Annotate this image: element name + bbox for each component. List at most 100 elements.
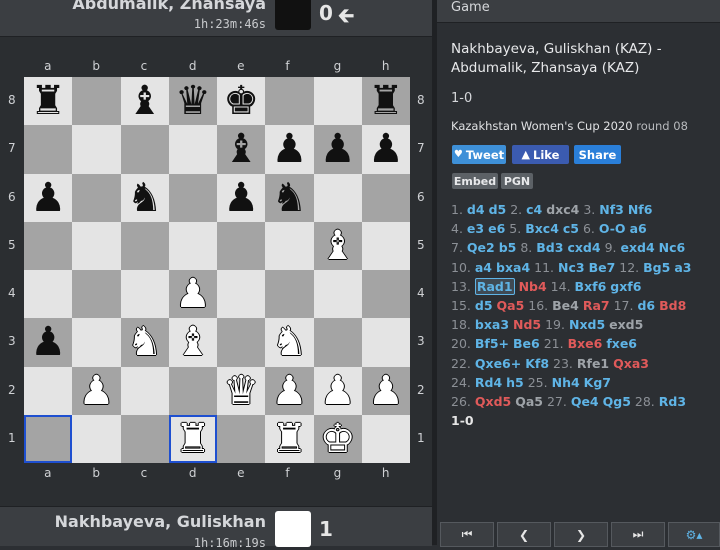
square-f3[interactable]: ♞ <box>265 318 314 367</box>
move[interactable]: Bxe6 <box>568 336 603 351</box>
white-bishop-icon[interactable]: ♝ <box>175 322 211 362</box>
square-b5[interactable] <box>72 221 121 270</box>
square-c2[interactable] <box>120 366 169 415</box>
move[interactable]: Qe2 <box>467 240 495 255</box>
move[interactable]: c4 <box>526 202 542 217</box>
move[interactable]: h5 <box>506 375 524 390</box>
square-g7[interactable]: ♟ <box>313 125 362 174</box>
black-rook-icon[interactable]: ♜ <box>368 81 404 121</box>
square-d4[interactable]: ♟ <box>168 270 217 319</box>
square-e5[interactable] <box>217 221 266 270</box>
move[interactable]: e6 <box>488 221 505 236</box>
square-b4[interactable] <box>72 270 121 319</box>
move[interactable]: Nc6 <box>659 240 686 255</box>
square-a3[interactable]: ♟ <box>24 318 73 367</box>
square-a5[interactable] <box>24 221 73 270</box>
white-pawn-icon[interactable]: ♟ <box>175 274 211 314</box>
move[interactable]: Ra7 <box>583 298 610 313</box>
move[interactable]: Qxa3 <box>613 356 649 371</box>
move[interactable]: d6 <box>637 298 655 313</box>
square-h6[interactable] <box>361 173 410 222</box>
square-d2[interactable] <box>168 366 217 415</box>
square-g5[interactable]: ♝ <box>313 221 362 270</box>
black-pawn-icon[interactable]: ♟ <box>271 129 307 169</box>
next-move-button[interactable]: ❯ <box>554 522 608 547</box>
square-e2[interactable]: ♛ <box>217 366 266 415</box>
move[interactable]: b5 <box>499 240 517 255</box>
move[interactable]: fxe6 <box>606 336 637 351</box>
black-knight-icon[interactable]: ♞ <box>271 178 307 218</box>
move[interactable]: a3 <box>674 260 691 275</box>
settings-button[interactable]: ⚙▴ <box>668 522 720 547</box>
black-pawn-icon[interactable]: ♟ <box>320 129 356 169</box>
square-f1[interactable]: ♜ <box>265 414 314 463</box>
move[interactable]: bxa4 <box>496 260 530 275</box>
move[interactable]: Rd3 <box>659 394 686 409</box>
move[interactable]: bxa3 <box>475 317 509 332</box>
square-h3[interactable] <box>361 318 410 367</box>
first-move-button[interactable]: ⏮ <box>440 522 494 547</box>
move[interactable]: exd5 <box>609 317 643 332</box>
last-move-button[interactable]: ⏭ <box>611 522 665 547</box>
square-a8[interactable]: ♜ <box>24 77 73 126</box>
square-d1[interactable]: ♜ <box>168 414 217 463</box>
square-e3[interactable] <box>217 318 266 367</box>
move[interactable]: Qa5 <box>515 394 543 409</box>
square-d7[interactable] <box>168 125 217 174</box>
move[interactable]: Qe4 <box>571 394 599 409</box>
square-a4[interactable] <box>24 270 73 319</box>
move[interactable]: Qxe6+ <box>475 356 521 371</box>
square-d8[interactable]: ♛ <box>168 77 217 126</box>
white-rook-icon[interactable]: ♜ <box>271 419 307 459</box>
move[interactable]: Qxd5 <box>475 394 511 409</box>
chess-board[interactable]: ♜ ♝ ♛ ♚ ♜ ♝ ♟ ♟ ♟ ♟ ♞ ♟ ♞ ♝ ♟ ♟ ♞ ♝ ♞ ♟ ♛ ♟ ♟ ♟ ♜ ♜ ♚ <box>24 77 410 463</box>
move[interactable]: Nd5 <box>513 317 541 332</box>
black-pawn-icon[interactable]: ♟ <box>368 129 404 169</box>
move[interactable]: a6 <box>630 221 647 236</box>
black-rook-icon[interactable]: ♜ <box>30 81 66 121</box>
move[interactable]: Nh4 <box>552 375 580 390</box>
move[interactable]: Nf6 <box>628 202 653 217</box>
prev-move-button[interactable]: ❮ <box>497 522 551 547</box>
move[interactable]: Rd4 <box>475 375 502 390</box>
square-e7[interactable]: ♝ <box>217 125 266 174</box>
square-b2[interactable]: ♟ <box>72 366 121 415</box>
pgn-button[interactable]: PGN <box>501 173 533 189</box>
move[interactable]: Bd3 <box>536 240 563 255</box>
square-h4[interactable] <box>361 270 410 319</box>
move[interactable]: Bg5 <box>643 260 670 275</box>
white-knight-icon[interactable]: ♞ <box>271 322 307 362</box>
white-pawn-icon[interactable]: ♟ <box>368 371 404 411</box>
move[interactable]: Nb4 <box>519 279 547 294</box>
square-g8[interactable] <box>313 77 362 126</box>
square-a1[interactable] <box>24 414 73 463</box>
move[interactable]: Nxd5 <box>569 317 605 332</box>
black-knight-icon[interactable]: ♞ <box>127 178 163 218</box>
black-pawn-icon[interactable]: ♟ <box>30 178 66 218</box>
move[interactable]: dxc4 <box>546 202 579 217</box>
like-button[interactable]: ▲ Like <box>512 145 569 164</box>
white-pawn-icon[interactable]: ♟ <box>271 371 307 411</box>
square-g1[interactable]: ♚ <box>313 414 362 463</box>
square-c6[interactable]: ♞ <box>120 173 169 222</box>
square-c5[interactable] <box>120 221 169 270</box>
square-h2[interactable]: ♟ <box>361 366 410 415</box>
move[interactable]: Bd8 <box>659 298 686 313</box>
square-d3[interactable]: ♝ <box>168 318 217 367</box>
white-pawn-icon[interactable]: ♟ <box>78 371 114 411</box>
move[interactable]: Be6 <box>513 336 540 351</box>
square-h7[interactable]: ♟ <box>361 125 410 174</box>
square-a2[interactable] <box>24 366 73 415</box>
square-f7[interactable]: ♟ <box>265 125 314 174</box>
move[interactable]: Bf5+ <box>475 336 509 351</box>
share-button[interactable]: Share <box>574 145 621 164</box>
square-e6[interactable]: ♟ <box>217 173 266 222</box>
move[interactable]: a4 <box>475 260 492 275</box>
move[interactable]: Rfe1 <box>577 356 609 371</box>
square-e1[interactable] <box>217 414 266 463</box>
white-rook-icon[interactable]: ♜ <box>175 419 211 459</box>
move[interactable]: Bxc4 <box>525 221 559 236</box>
square-b1[interactable] <box>72 414 121 463</box>
square-a7[interactable] <box>24 125 73 174</box>
square-h5[interactable] <box>361 221 410 270</box>
